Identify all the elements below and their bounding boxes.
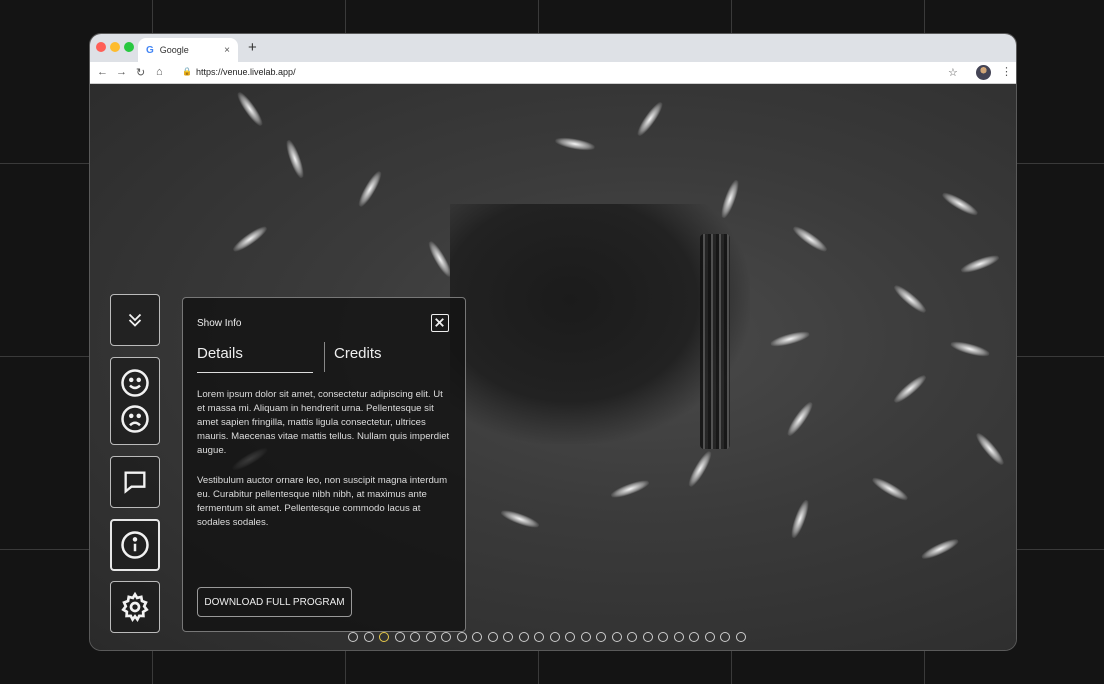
light-spark bbox=[788, 498, 812, 540]
light-spark bbox=[769, 328, 811, 350]
pagination-dot[interactable] bbox=[642, 632, 653, 642]
light-spark bbox=[230, 223, 270, 255]
light-spark bbox=[554, 135, 596, 153]
collapse-button[interactable] bbox=[110, 294, 160, 346]
home-icon[interactable]: ⌂ bbox=[156, 66, 163, 78]
pagination-dot[interactable] bbox=[549, 632, 560, 642]
tab-title: Google bbox=[159, 45, 189, 55]
maximize-window-button[interactable] bbox=[124, 42, 134, 52]
info-button[interactable] bbox=[110, 519, 160, 571]
light-spark bbox=[959, 252, 1001, 276]
address-bar: ← → ↻ ⌂ 🔒 https://venue.livelab.app/ ☆ ⋮ bbox=[90, 62, 1016, 84]
pagination-dot[interactable] bbox=[503, 632, 513, 642]
pagination-dot[interactable] bbox=[720, 632, 730, 642]
show-info-panel: Show Info Details Credits Lorem ipsum do… bbox=[182, 297, 466, 632]
close-window-button[interactable] bbox=[96, 42, 106, 52]
pagination-dot[interactable] bbox=[410, 632, 420, 642]
light-spark bbox=[919, 536, 961, 562]
minimize-window-button[interactable] bbox=[110, 42, 120, 52]
tab-bar: G Google × + bbox=[90, 34, 1016, 62]
reactions-button[interactable] bbox=[110, 357, 160, 445]
light-spark bbox=[973, 430, 1007, 468]
profile-avatar[interactable] bbox=[976, 65, 991, 80]
light-spark bbox=[234, 89, 266, 129]
tab-credits[interactable]: Credits bbox=[334, 345, 382, 362]
chevrons-down-icon bbox=[128, 313, 142, 327]
light-spark bbox=[940, 189, 980, 219]
google-favicon-icon: G bbox=[146, 44, 154, 56]
forward-icon[interactable]: → bbox=[116, 66, 127, 78]
tab-close-icon[interactable]: × bbox=[224, 45, 230, 56]
download-program-button[interactable]: DOWNLOAD FULL PROGRAM bbox=[197, 587, 352, 617]
light-spark bbox=[685, 449, 715, 489]
pagination-dot[interactable] bbox=[441, 632, 451, 642]
pagination-dot[interactable] bbox=[580, 632, 591, 642]
light-spark bbox=[949, 338, 991, 360]
light-spark bbox=[790, 223, 830, 255]
pagination-dot[interactable] bbox=[735, 632, 746, 642]
pagination-dot[interactable] bbox=[704, 632, 715, 642]
pagination-dots bbox=[348, 632, 746, 642]
light-spark bbox=[283, 138, 307, 180]
pagination-dot[interactable] bbox=[611, 632, 622, 642]
back-icon[interactable]: ← bbox=[97, 66, 108, 78]
pagination-dot[interactable] bbox=[425, 632, 436, 642]
reload-icon[interactable]: ↻ bbox=[136, 66, 145, 79]
pagination-dot[interactable] bbox=[472, 632, 482, 642]
tab-details[interactable]: Details bbox=[197, 345, 243, 362]
pagination-dot[interactable] bbox=[627, 632, 637, 642]
pagination-dot[interactable] bbox=[518, 632, 529, 642]
pagination-dot[interactable] bbox=[394, 632, 405, 642]
smile-icon[interactable] bbox=[120, 368, 150, 398]
chat-button[interactable] bbox=[110, 456, 160, 508]
light-spark bbox=[784, 399, 816, 439]
light-spark bbox=[891, 282, 929, 316]
pagination-dot[interactable] bbox=[689, 632, 699, 642]
details-paragraph: Lorem ipsum dolor sit amet, consectetur … bbox=[197, 389, 450, 456]
new-tab-button[interactable]: + bbox=[248, 39, 257, 56]
details-paragraph: Vestibulum auctor ornare leo, non suscip… bbox=[197, 475, 448, 528]
panel-close-button[interactable] bbox=[431, 314, 449, 332]
pagination-dot[interactable] bbox=[596, 632, 606, 642]
pagination-dot[interactable] bbox=[565, 632, 575, 642]
close-icon bbox=[435, 318, 444, 327]
pagination-dot[interactable] bbox=[379, 632, 389, 642]
pagination-dot[interactable] bbox=[348, 632, 358, 642]
pagination-dot[interactable] bbox=[658, 632, 668, 642]
light-spark bbox=[870, 474, 910, 504]
light-spark bbox=[634, 99, 666, 139]
gear-icon bbox=[121, 591, 149, 623]
bookmark-star-icon[interactable]: ☆ bbox=[948, 66, 958, 79]
pagination-dot[interactable] bbox=[456, 632, 467, 642]
tab-divider bbox=[324, 342, 325, 372]
pagination-dot[interactable] bbox=[673, 632, 684, 642]
panel-title: Show Info bbox=[197, 318, 242, 329]
video-stage: Show Info Details Credits Lorem ipsum do… bbox=[90, 84, 1016, 650]
frown-icon[interactable] bbox=[120, 404, 150, 434]
fabric-prop bbox=[700, 234, 730, 449]
pagination-dot[interactable] bbox=[487, 632, 498, 642]
info-icon bbox=[121, 531, 149, 559]
lock-icon: 🔒 bbox=[182, 67, 192, 76]
light-spark bbox=[891, 372, 929, 406]
chat-icon bbox=[124, 471, 146, 494]
light-spark bbox=[499, 507, 541, 531]
browser-menu-icon[interactable]: ⋮ bbox=[1001, 65, 1012, 78]
pagination-dot[interactable] bbox=[363, 632, 374, 642]
active-tab-underline bbox=[197, 372, 313, 373]
light-spark bbox=[609, 477, 651, 501]
url-input[interactable]: https://venue.livelab.app/ bbox=[196, 67, 296, 77]
browser-tab[interactable]: G Google × bbox=[138, 38, 238, 62]
pagination-dot[interactable] bbox=[534, 632, 544, 642]
settings-button[interactable] bbox=[110, 581, 160, 633]
light-spark bbox=[355, 169, 385, 209]
browser-window: G Google × + ← → ↻ ⌂ 🔒 https://venue.liv… bbox=[89, 33, 1017, 651]
